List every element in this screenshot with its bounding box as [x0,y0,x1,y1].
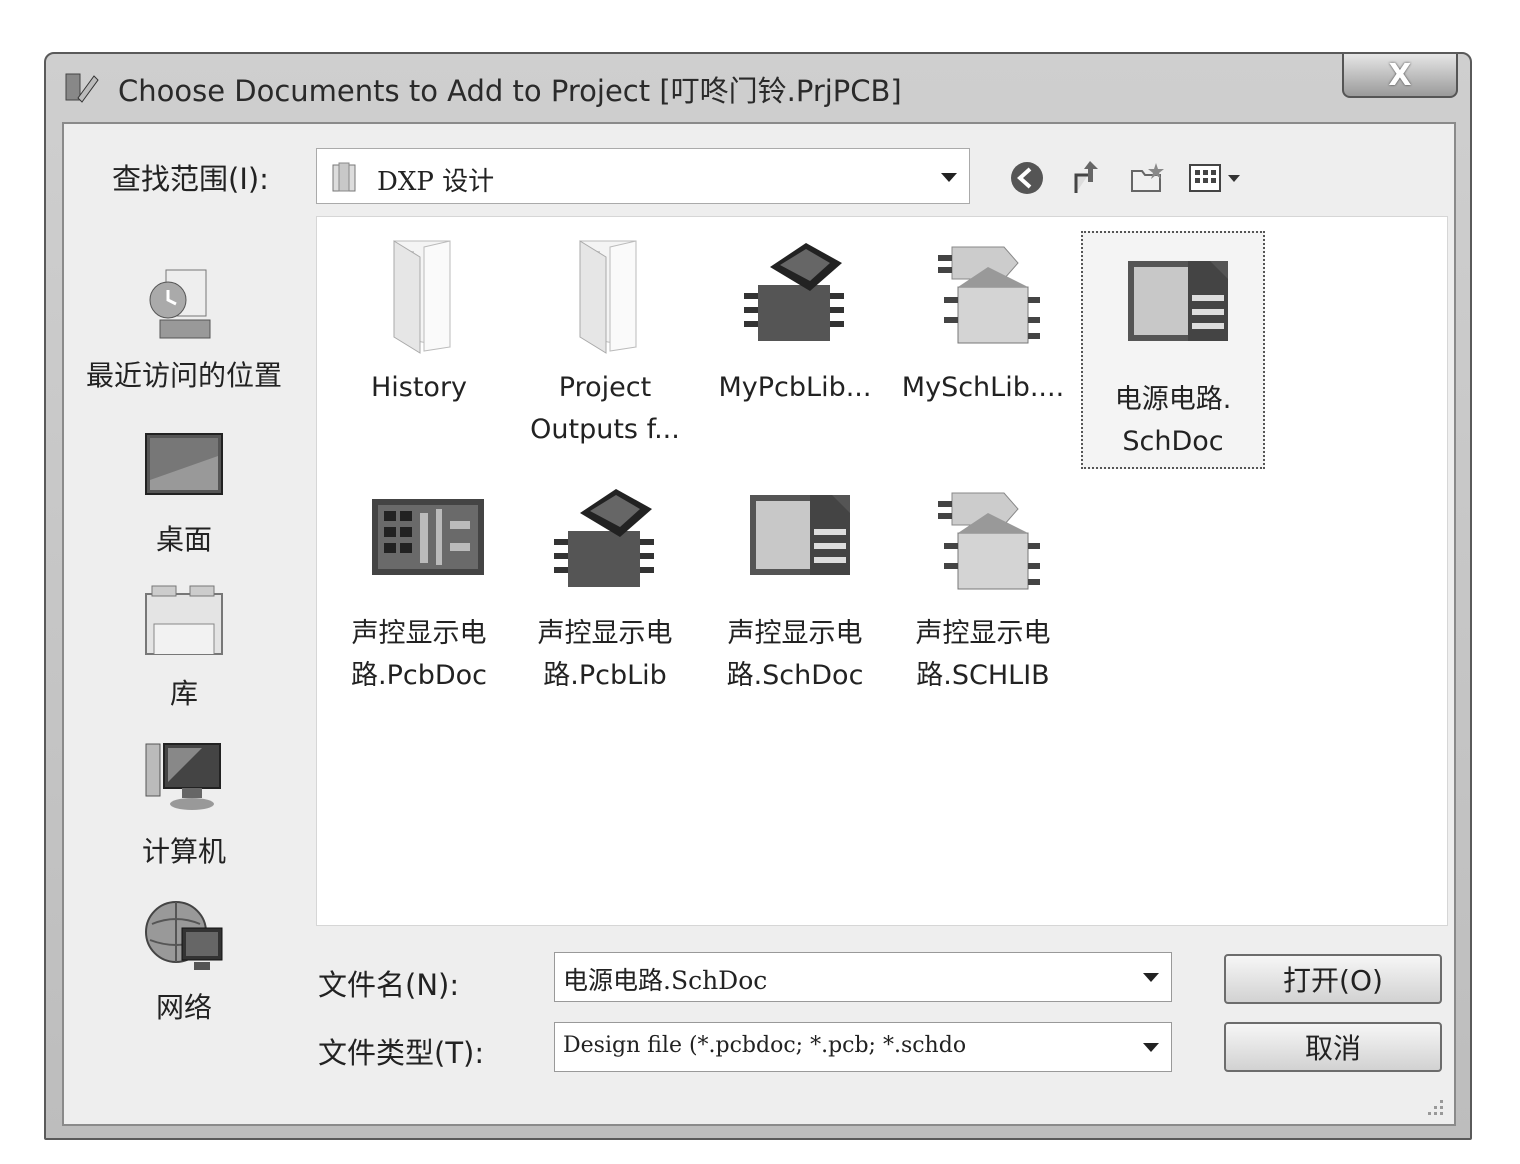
lookin-value: DXP 设计 [377,167,495,197]
filetype-dropdown[interactable]: Design file (*.pcbdoc; *.pcb; *.schdo [554,1022,1172,1072]
file-name-cont: 路.PcbDoc [350,660,487,691]
file-item[interactable]: 声控显示电 路.PcbDoc [329,473,509,697]
schdoc-icon [750,495,850,575]
dialog-body: 查找范围(I): DXP 设计 最近访问的位置 桌面 库 计算机 网络 Hist… [62,122,1456,1126]
file-name: 声控显示电 [351,618,487,649]
up-folder-icon[interactable] [1068,159,1106,197]
cancel-button[interactable]: 取消 [1224,1022,1442,1072]
file-name: Project [558,372,652,403]
filename-value[interactable]: 电源电路.SchDoc [563,961,1133,997]
place-label: 最近访问的位置 [85,359,282,392]
chevron-down-icon[interactable] [1143,1043,1159,1052]
file-item[interactable]: 声控显示电 路.PcbLib [515,473,695,697]
place-recent[interactable]: 最近访问的位置 [64,262,304,394]
file-name: 声控显示电 [537,618,673,649]
computer-icon [145,743,221,810]
close-button[interactable]: X [1342,54,1458,98]
file-item[interactable]: 声控显示电 路.SCHLIB [893,473,1073,697]
places-bar: 最近访问的位置 桌面 库 计算机 网络 [64,208,304,1108]
back-icon[interactable] [1008,159,1046,197]
schlib-icon [938,492,1040,590]
file-item[interactable]: History [329,227,509,409]
place-label: 计算机 [141,835,226,868]
recent-places-icon [149,269,211,339]
pcblib-icon [744,243,844,341]
lookin-dropdown[interactable]: DXP 设计 [316,148,970,204]
pcbdoc-icon [372,499,484,575]
title-bar: Choose Documents to Add to Project [叮咚门铃… [46,54,1470,120]
file-item[interactable]: 声控显示电 路.SchDoc [705,473,885,697]
schdoc-icon [1128,261,1228,341]
file-item[interactable]: MyPcbLib... [705,227,885,409]
file-name-cont: Outputs f... [530,414,680,445]
filetype-value: Design file (*.pcbdoc; *.pcb; *.schdo [563,1033,967,1058]
window-title: Choose Documents to Add to Project [叮咚门铃… [118,74,902,108]
file-name-cont: 路.SchDoc [726,660,864,691]
file-name: 声控显示电 [915,618,1051,649]
app-icon [65,73,99,103]
file-name-cont: 路.SCHLIB [916,660,1050,691]
folder-icon [332,162,356,192]
file-name-cont: SchDoc [1122,426,1224,457]
filetype-label: 文件类型(T): [318,1036,485,1070]
filename-input[interactable]: 电源电路.SchDoc [554,952,1172,1002]
view-menu-icon[interactable] [1188,159,1248,197]
file-name: 声控显示电 [727,618,863,649]
place-label: 网络 [155,991,212,1024]
open-button[interactable]: 打开(O) [1224,954,1442,1004]
file-name: History [370,372,468,403]
new-folder-icon[interactable] [1128,159,1166,197]
desktop-icon [145,433,223,495]
folder-icon [393,240,451,354]
libraries-icon [145,585,223,655]
pcblib-icon [554,489,654,587]
folder-icon [579,240,637,354]
file-name: MySchLib.... [901,372,1065,403]
file-list: History Project Outputs f... MyPcbLib...… [316,216,1448,926]
navigation-toolbar [1008,160,1248,196]
place-computer[interactable]: 计算机 [64,738,304,870]
file-name: MyPcbLib... [718,372,872,403]
filename-label: 文件名(N): [318,968,460,1002]
dialog-window: Choose Documents to Add to Project [叮咚门铃… [44,52,1472,1140]
schlib-icon [938,246,1040,344]
file-name-cont: 路.PcbLib [543,660,667,691]
place-libraries[interactable]: 库 [64,580,304,712]
place-network[interactable]: 网络 [64,894,304,1026]
file-item-selected[interactable]: 电源电路. SchDoc [1081,231,1265,469]
network-icon [145,901,223,970]
lookin-label: 查找范围(I): [112,162,269,196]
place-label: 桌面 [155,523,212,556]
file-name: 电源电路. [1114,384,1232,415]
place-label: 库 [169,677,198,710]
file-item[interactable]: Project Outputs f... [515,227,695,451]
chevron-down-icon[interactable] [941,173,957,182]
place-desktop[interactable]: 桌面 [64,426,304,558]
resize-grip-icon[interactable] [1424,1096,1446,1118]
file-item[interactable]: MySchLib.... [893,227,1073,409]
chevron-down-icon[interactable] [1143,973,1159,982]
